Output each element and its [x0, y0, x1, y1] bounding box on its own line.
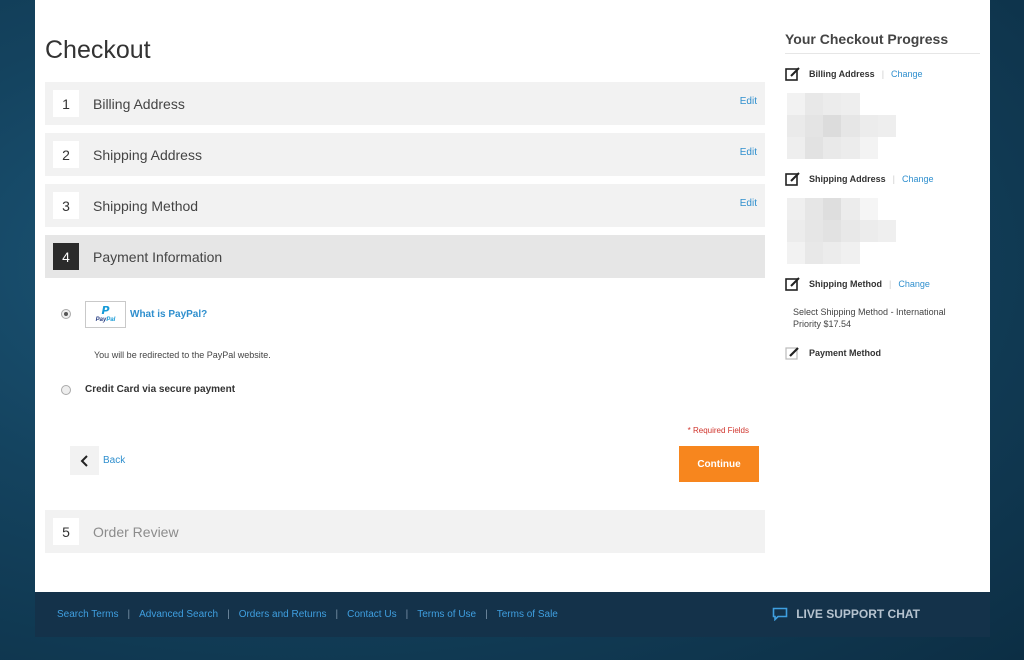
footer-link-search-terms[interactable]: Search Terms [57, 609, 119, 620]
step-payment-information: 4 Payment Information [45, 235, 765, 278]
footer: Search Terms | Advanced Search | Orders … [35, 592, 990, 637]
step-label: Billing Address [93, 95, 185, 112]
footer-link-terms-of-use[interactable]: Terms of Use [417, 609, 476, 620]
step-label: Shipping Address [93, 146, 202, 163]
step-number: 1 [53, 90, 79, 117]
step-number: 2 [53, 141, 79, 168]
paypal-radio[interactable] [61, 309, 71, 319]
edit-icon [785, 277, 800, 291]
live-support-chat-button[interactable]: LIVE SUPPORT CHAT [772, 607, 920, 621]
footer-link-terms-of-sale[interactable]: Terms of Sale [497, 609, 558, 620]
footer-separator: | [127, 609, 131, 620]
back-button[interactable] [70, 446, 99, 475]
footer-link-contact-us[interactable]: Contact Us [347, 609, 396, 620]
paypal-redirect-note: You will be redirected to the PayPal web… [94, 350, 271, 360]
shipping-method-summary: Select Shipping Method - International P… [793, 307, 946, 329]
step-billing-address[interactable]: 1 Billing Address Edit [45, 82, 765, 125]
change-shipping-address-link[interactable]: Change [902, 174, 934, 184]
step-order-review: 5 Order Review [45, 510, 765, 553]
step-label: Shipping Method [93, 197, 199, 214]
footer-link-advanced-search[interactable]: Advanced Search [139, 609, 218, 620]
step-number: 4 [53, 243, 79, 270]
progress-shipping-method: Shipping Method | Change [785, 277, 930, 291]
pencil-icon [785, 347, 799, 360]
change-shipping-method-link[interactable]: Change [898, 279, 930, 289]
page-container: Checkout 1 Billing Address Edit 2 Shippi… [35, 0, 990, 592]
credit-card-label[interactable]: Credit Card via secure payment [85, 384, 235, 395]
step-label: Order Review [93, 523, 179, 540]
paypal-logo-pay: Pay [95, 316, 107, 323]
step-shipping-address[interactable]: 2 Shipping Address Edit [45, 133, 765, 176]
paypal-logo-pal: Pal [106, 316, 116, 323]
footer-separator: | [405, 609, 409, 620]
progress-billing-address: Billing Address | Change [785, 67, 923, 81]
step-number: 3 [53, 192, 79, 219]
step-label: Payment Information [93, 248, 223, 265]
footer-separator: | [485, 609, 488, 620]
progress-title: Your Checkout Progress [785, 31, 980, 54]
progress-section-label: Shipping Method [809, 279, 882, 289]
footer-separator: | [227, 609, 230, 620]
chevron-left-icon [80, 454, 88, 467]
progress-section-label: Billing Address [809, 69, 875, 79]
chat-bubble-icon [772, 607, 788, 621]
credit-card-radio[interactable] [61, 385, 71, 395]
progress-section-label: Payment Method [809, 348, 882, 358]
footer-link-orders-returns[interactable]: Orders and Returns [239, 609, 327, 620]
billing-address-redacted [787, 93, 914, 159]
edit-icon [785, 172, 800, 186]
paypal-logo: P PayPal [85, 301, 126, 328]
edit-icon [785, 67, 800, 81]
what-is-paypal-link[interactable]: What is PayPal? [130, 309, 207, 320]
back-link[interactable]: Back [103, 455, 125, 466]
shipping-address-redacted [787, 198, 914, 264]
progress-shipping-address: Shipping Address | Change [785, 172, 934, 186]
page-title: Checkout [45, 36, 151, 64]
step-shipping-method[interactable]: 3 Shipping Method Edit [45, 184, 765, 227]
change-billing-link[interactable]: Change [891, 69, 923, 79]
required-fields-note: * Required Fields [687, 426, 749, 435]
footer-separator: | [335, 609, 339, 620]
live-support-chat-label: LIVE SUPPORT CHAT [796, 607, 920, 621]
progress-section-label: Shipping Address [809, 174, 886, 184]
continue-button[interactable]: Continue [679, 446, 759, 482]
step-number: 5 [53, 518, 79, 545]
edit-billing-link[interactable]: Edit [740, 96, 757, 107]
edit-shipping-address-link[interactable]: Edit [740, 147, 757, 158]
edit-shipping-method-link[interactable]: Edit [740, 198, 757, 209]
footer-links: Search Terms | Advanced Search | Orders … [57, 609, 558, 620]
progress-payment-method: Payment Method [785, 346, 881, 360]
